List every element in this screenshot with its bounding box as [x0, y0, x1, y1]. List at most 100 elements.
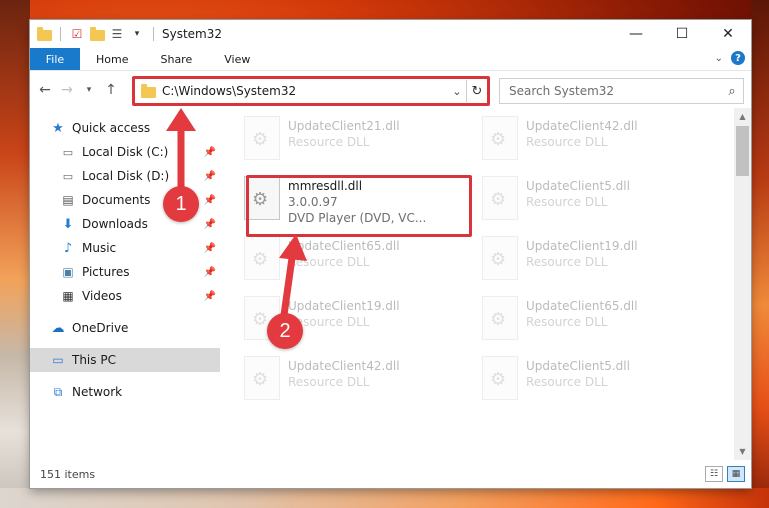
file-item[interactable]: UpdateClient65.dll Resource DLL — [468, 292, 698, 342]
sidebar-item-label: OneDrive — [72, 321, 129, 335]
address-bar[interactable]: C:\Windows\System32 ⌄ ↻ — [134, 78, 488, 104]
sidebar-item-local-disk-c[interactable]: ▭ Local Disk (C:) 📌 — [30, 140, 220, 164]
dll-file-icon — [244, 356, 280, 400]
pin-icon[interactable]: 📌 — [204, 171, 216, 182]
file-description: Resource DLL — [526, 195, 608, 209]
file-name: UpdateClient21.dll — [288, 119, 400, 133]
dll-file-icon — [482, 296, 518, 340]
file-item[interactable]: UpdateClient42.dll Resource DLL — [230, 352, 460, 402]
up-arrow-icon[interactable]: ↑ — [100, 82, 122, 98]
step-2-badge: 2 — [267, 313, 303, 349]
sidebar-item-videos[interactable]: ▦ Videos 📌 — [30, 284, 220, 308]
scroll-up-icon[interactable]: ▲ — [734, 108, 751, 125]
file-name: UpdateClient65.dll — [526, 299, 638, 313]
quick-access-toolbar: ☑ ☰ ▾ — [30, 26, 158, 42]
vertical-scrollbar[interactable]: ▲ ▼ — [734, 108, 751, 460]
sidebar-item-label: Local Disk (D:) — [82, 169, 170, 183]
pin-icon[interactable]: 📌 — [204, 147, 216, 158]
documents-icon: ▤ — [62, 193, 74, 207]
file-item[interactable]: UpdateClient19.dll Resource DLL — [468, 232, 698, 282]
sidebar-item-label: Network — [72, 385, 123, 399]
view-options-icon[interactable]: ☰ — [109, 26, 125, 42]
sidebar-item-onedrive[interactable]: ☁ OneDrive — [50, 316, 220, 340]
large-icons-view-icon[interactable]: ▦ — [727, 466, 745, 482]
sidebar-item-local-disk-d[interactable]: ▭ Local Disk (D:) 📌 — [30, 164, 220, 188]
help-icon[interactable]: ? — [731, 51, 745, 65]
drive-icon: ▭ — [62, 169, 74, 183]
window-title: System32 — [162, 27, 223, 41]
file-name: UpdateClient19.dll — [526, 239, 638, 253]
sidebar-item-network[interactable]: ⧉ Network — [50, 380, 220, 404]
properties-icon[interactable]: ☑ — [69, 26, 85, 42]
minimize-button[interactable]: — — [613, 20, 659, 48]
file-list: UpdateClient21.dll Resource DLL UpdateCli… — [220, 108, 751, 460]
computer-icon: ▭ — [52, 353, 64, 367]
sidebar-item-label: Local Disk (C:) — [82, 145, 169, 159]
sidebar-item-label: Downloads — [82, 217, 148, 231]
scroll-down-icon[interactable]: ▼ — [734, 443, 751, 460]
tab-home[interactable]: Home — [80, 48, 144, 70]
file-item[interactable]: UpdateClient42.dll Resource DLL — [468, 112, 698, 162]
dll-file-icon — [482, 176, 518, 220]
step-1-badge: 1 — [163, 186, 199, 222]
address-path[interactable]: C:\Windows\System32 — [162, 84, 448, 98]
file-description: Resource DLL — [526, 315, 608, 329]
file-description: Resource DLL — [526, 375, 608, 389]
sidebar-item-music[interactable]: ♪ Music 📌 — [30, 236, 220, 260]
sidebar-item-label: Videos — [82, 289, 122, 303]
drive-icon: ▭ — [62, 145, 74, 159]
search-input[interactable]: Search System32 — [500, 84, 721, 98]
dll-file-icon — [244, 236, 280, 280]
pin-icon[interactable]: 📌 — [204, 195, 216, 206]
pin-icon[interactable]: 📌 — [204, 267, 216, 278]
scrollbar-thumb[interactable] — [736, 126, 749, 176]
sidebar-item-quick-access[interactable]: ★ Quick access — [50, 116, 220, 140]
new-folder-icon[interactable] — [89, 26, 105, 42]
folder-icon — [36, 26, 52, 42]
details-view-icon[interactable]: ☷ — [705, 466, 723, 482]
pin-icon[interactable]: 📌 — [204, 219, 216, 230]
sidebar-item-label: Music — [82, 241, 117, 255]
address-dropdown-icon[interactable]: ⌄ — [448, 85, 466, 98]
file-item[interactable]: UpdateClient19.dll Resource DLL — [230, 292, 460, 342]
file-version: 3.0.0.97 — [288, 195, 338, 209]
main-area: ★ Quick access ▭ Local Disk (C:) 📌 ▭ Loc… — [30, 108, 751, 460]
cloud-icon: ☁ — [51, 320, 65, 336]
dll-file-icon — [244, 176, 280, 220]
star-icon: ★ — [52, 120, 64, 136]
file-name: mmresdll.dll — [288, 179, 363, 193]
file-item-mmresdll[interactable]: mmresdll.dll 3.0.0.97 DVD Player (DVD, VC.… — [230, 172, 460, 230]
refresh-icon[interactable]: ↻ — [466, 80, 487, 102]
sidebar-item-label: Documents — [82, 193, 151, 207]
tab-share[interactable]: Share — [144, 48, 208, 70]
dll-file-icon — [482, 116, 518, 160]
file-description: Resource DLL — [288, 315, 370, 329]
tab-file[interactable]: File — [30, 48, 80, 70]
search-icon[interactable]: ⌕ — [721, 84, 743, 99]
dll-file-icon — [482, 236, 518, 280]
dll-file-icon — [244, 116, 280, 160]
file-description: DVD Player (DVD, VC... — [288, 211, 427, 225]
sidebar-item-pictures[interactable]: ▣ Pictures 📌 — [30, 260, 220, 284]
expand-ribbon-chevron-icon[interactable]: ⌄ — [715, 53, 723, 64]
navigation-bar: ← → ▾ ↑ C:\Windows\System32 ⌄ ↻ Search S… — [30, 71, 751, 109]
search-box[interactable]: Search System32 ⌕ — [499, 78, 744, 104]
maximize-button[interactable]: ☐ — [659, 20, 705, 48]
sidebar-item-this-pc[interactable]: ▭ This PC — [30, 348, 220, 372]
customize-toolbar-chevron-icon[interactable]: ▾ — [129, 26, 145, 42]
window-controls: — ☐ ✕ — [613, 20, 751, 48]
back-arrow-icon[interactable]: ← — [34, 82, 56, 98]
videos-icon: ▦ — [62, 289, 74, 303]
close-button[interactable]: ✕ — [705, 20, 751, 48]
file-item[interactable]: UpdateClient65.dll Resource DLL — [230, 232, 460, 282]
file-item[interactable]: UpdateClient5.dll Resource DLL — [468, 172, 698, 222]
file-item[interactable]: UpdateClient5.dll Resource DLL — [468, 352, 698, 402]
pin-icon[interactable]: 📌 — [204, 243, 216, 254]
tab-view[interactable]: View — [208, 48, 266, 70]
forward-arrow-icon[interactable]: → — [56, 82, 78, 98]
file-item[interactable]: UpdateClient21.dll Resource DLL — [230, 112, 460, 162]
item-count: 151 items — [40, 467, 96, 481]
recent-locations-chevron-icon[interactable]: ▾ — [78, 85, 100, 95]
pin-icon[interactable]: 📌 — [204, 291, 216, 302]
sidebar-item-label: Pictures — [82, 265, 130, 279]
